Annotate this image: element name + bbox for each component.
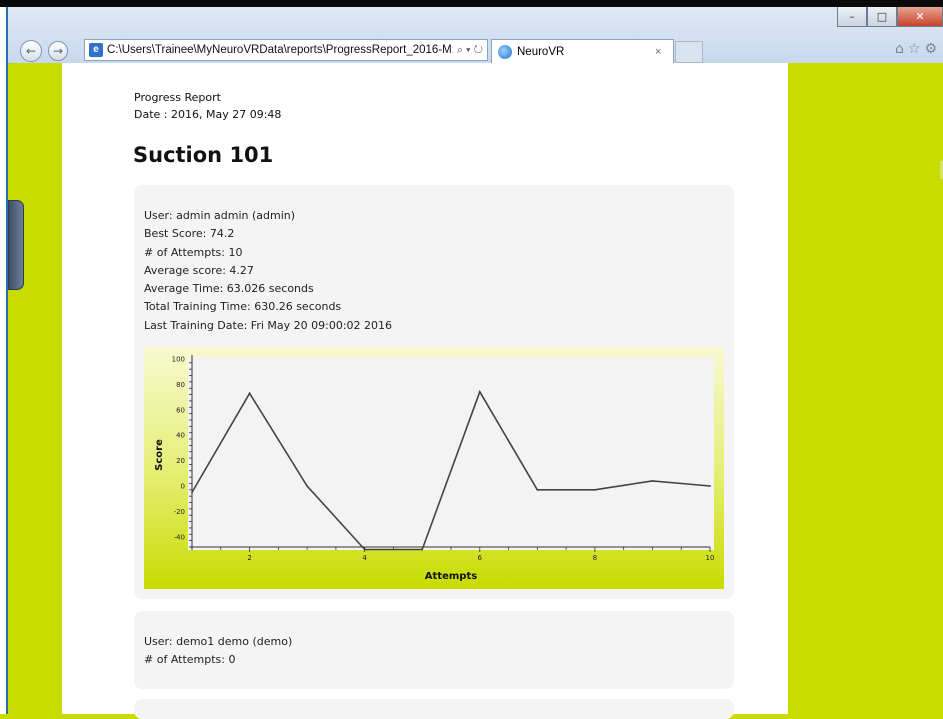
user-stats: User: demo1 demo (demo) # of Attempts: 0 xyxy=(144,633,292,670)
maximize-button[interactable]: □ xyxy=(867,7,897,27)
x-tick-label: 10 xyxy=(706,554,715,562)
user-name: User: demo1 demo (demo) xyxy=(144,635,293,648)
x-tick-label: 4 xyxy=(362,554,367,562)
new-tab-button[interactable] xyxy=(675,41,703,63)
attempts-count: # of Attempts: 10 xyxy=(144,245,243,259)
tab-close-icon[interactable]: × xyxy=(655,46,673,58)
average-score: Average score: 4.27 xyxy=(144,263,254,277)
total-training-time: Total Training Time: 630.26 seconds xyxy=(144,300,342,314)
address-tools[interactable]: ⌕ ▾ ↻ xyxy=(453,44,487,57)
x-tick-label: 8 xyxy=(593,554,597,562)
data-point xyxy=(363,548,366,551)
minimize-button[interactable]: – xyxy=(837,7,867,27)
user-card: User: admin admin (admin) Best Score: 74… xyxy=(134,185,734,599)
left-margin xyxy=(10,63,62,714)
score-chart: 100 80 60 40 20 0 -20 -40 2 4 6 8 10 Score Attempts xyxy=(144,347,724,589)
data-point xyxy=(709,485,711,487)
y-tick-label: 40 xyxy=(176,432,185,440)
close-window-button[interactable]: ✕ xyxy=(897,7,943,27)
report-label: Progress Report xyxy=(134,91,221,104)
user-card: User: demo1 demo (demo) # of Attempts: 0 xyxy=(134,611,734,689)
y-tick-label: 0 xyxy=(181,483,185,491)
right-margin xyxy=(788,63,943,714)
browser-toolbar: – □ ✕ ← → e C:\Users\Trainee\MyNeuroVRDa… xyxy=(8,7,943,64)
x-axis-label: Attempts xyxy=(425,571,477,582)
report-date: Date : 2016, May 27 09:48 xyxy=(134,108,282,121)
window-controls: – □ ✕ xyxy=(837,7,943,27)
y-tick-label: -20 xyxy=(174,508,185,516)
url-text[interactable]: C:\Users\Trainee\MyNeuroVRData\reports\P… xyxy=(107,44,453,56)
data-point xyxy=(478,390,481,393)
back-button[interactable]: ← xyxy=(20,40,42,62)
best-score: Best Score: 74.2 xyxy=(144,227,235,241)
y-axis-label: Score xyxy=(154,439,165,471)
tab-neurovr[interactable]: NeuroVR × xyxy=(491,39,674,63)
plot-area xyxy=(188,357,714,550)
ie-icon xyxy=(498,44,512,59)
report-header: Progress Report Date : 2016, May 27 09:4… xyxy=(134,89,281,123)
attempts-count: # of Attempts: 0 xyxy=(144,653,236,667)
x-tick-label: 6 xyxy=(478,554,483,562)
data-point xyxy=(536,488,539,491)
score-chart-svg: 100 80 60 40 20 0 -20 -40 2 4 6 8 10 Score Attempts xyxy=(154,355,715,582)
y-tick-label: -40 xyxy=(174,533,185,541)
data-point xyxy=(651,480,654,482)
data-point xyxy=(248,392,251,395)
user-stats: User: admin admin (admin) Best Score: 74… xyxy=(144,207,392,335)
last-training-date: Last Training Date: Fri May 20 09:00:02 … xyxy=(144,318,393,332)
average-time: Average Time: 63.026 seconds xyxy=(144,282,314,296)
x-tick-label: 2 xyxy=(247,554,251,562)
data-point xyxy=(421,548,424,551)
tab-title: NeuroVR xyxy=(517,45,565,58)
address-bar[interactable]: e C:\Users\Trainee\MyNeuroVRData\reports… xyxy=(84,39,488,61)
y-tick-label: 80 xyxy=(176,381,185,389)
user-name: User: admin admin (admin) xyxy=(144,209,296,222)
toolbar-icons[interactable]: ⌂☆⚙ xyxy=(895,41,941,57)
y-tick-label: 100 xyxy=(172,356,185,364)
forward-button[interactable]: → xyxy=(48,41,68,61)
page-title: Suction 101 xyxy=(133,143,274,167)
y-tick-label: 60 xyxy=(176,406,185,414)
window-left-border xyxy=(0,7,8,714)
report-page: Progress Report Date : 2016, May 27 09:4… xyxy=(62,63,788,719)
user-card xyxy=(134,699,734,719)
data-point xyxy=(593,488,596,491)
title-bar xyxy=(0,0,943,7)
side-panel-handle[interactable] xyxy=(8,200,24,290)
data-point xyxy=(191,491,193,494)
y-tick-label: 20 xyxy=(176,457,185,465)
data-point xyxy=(306,485,309,487)
page-icon: e xyxy=(89,43,103,57)
